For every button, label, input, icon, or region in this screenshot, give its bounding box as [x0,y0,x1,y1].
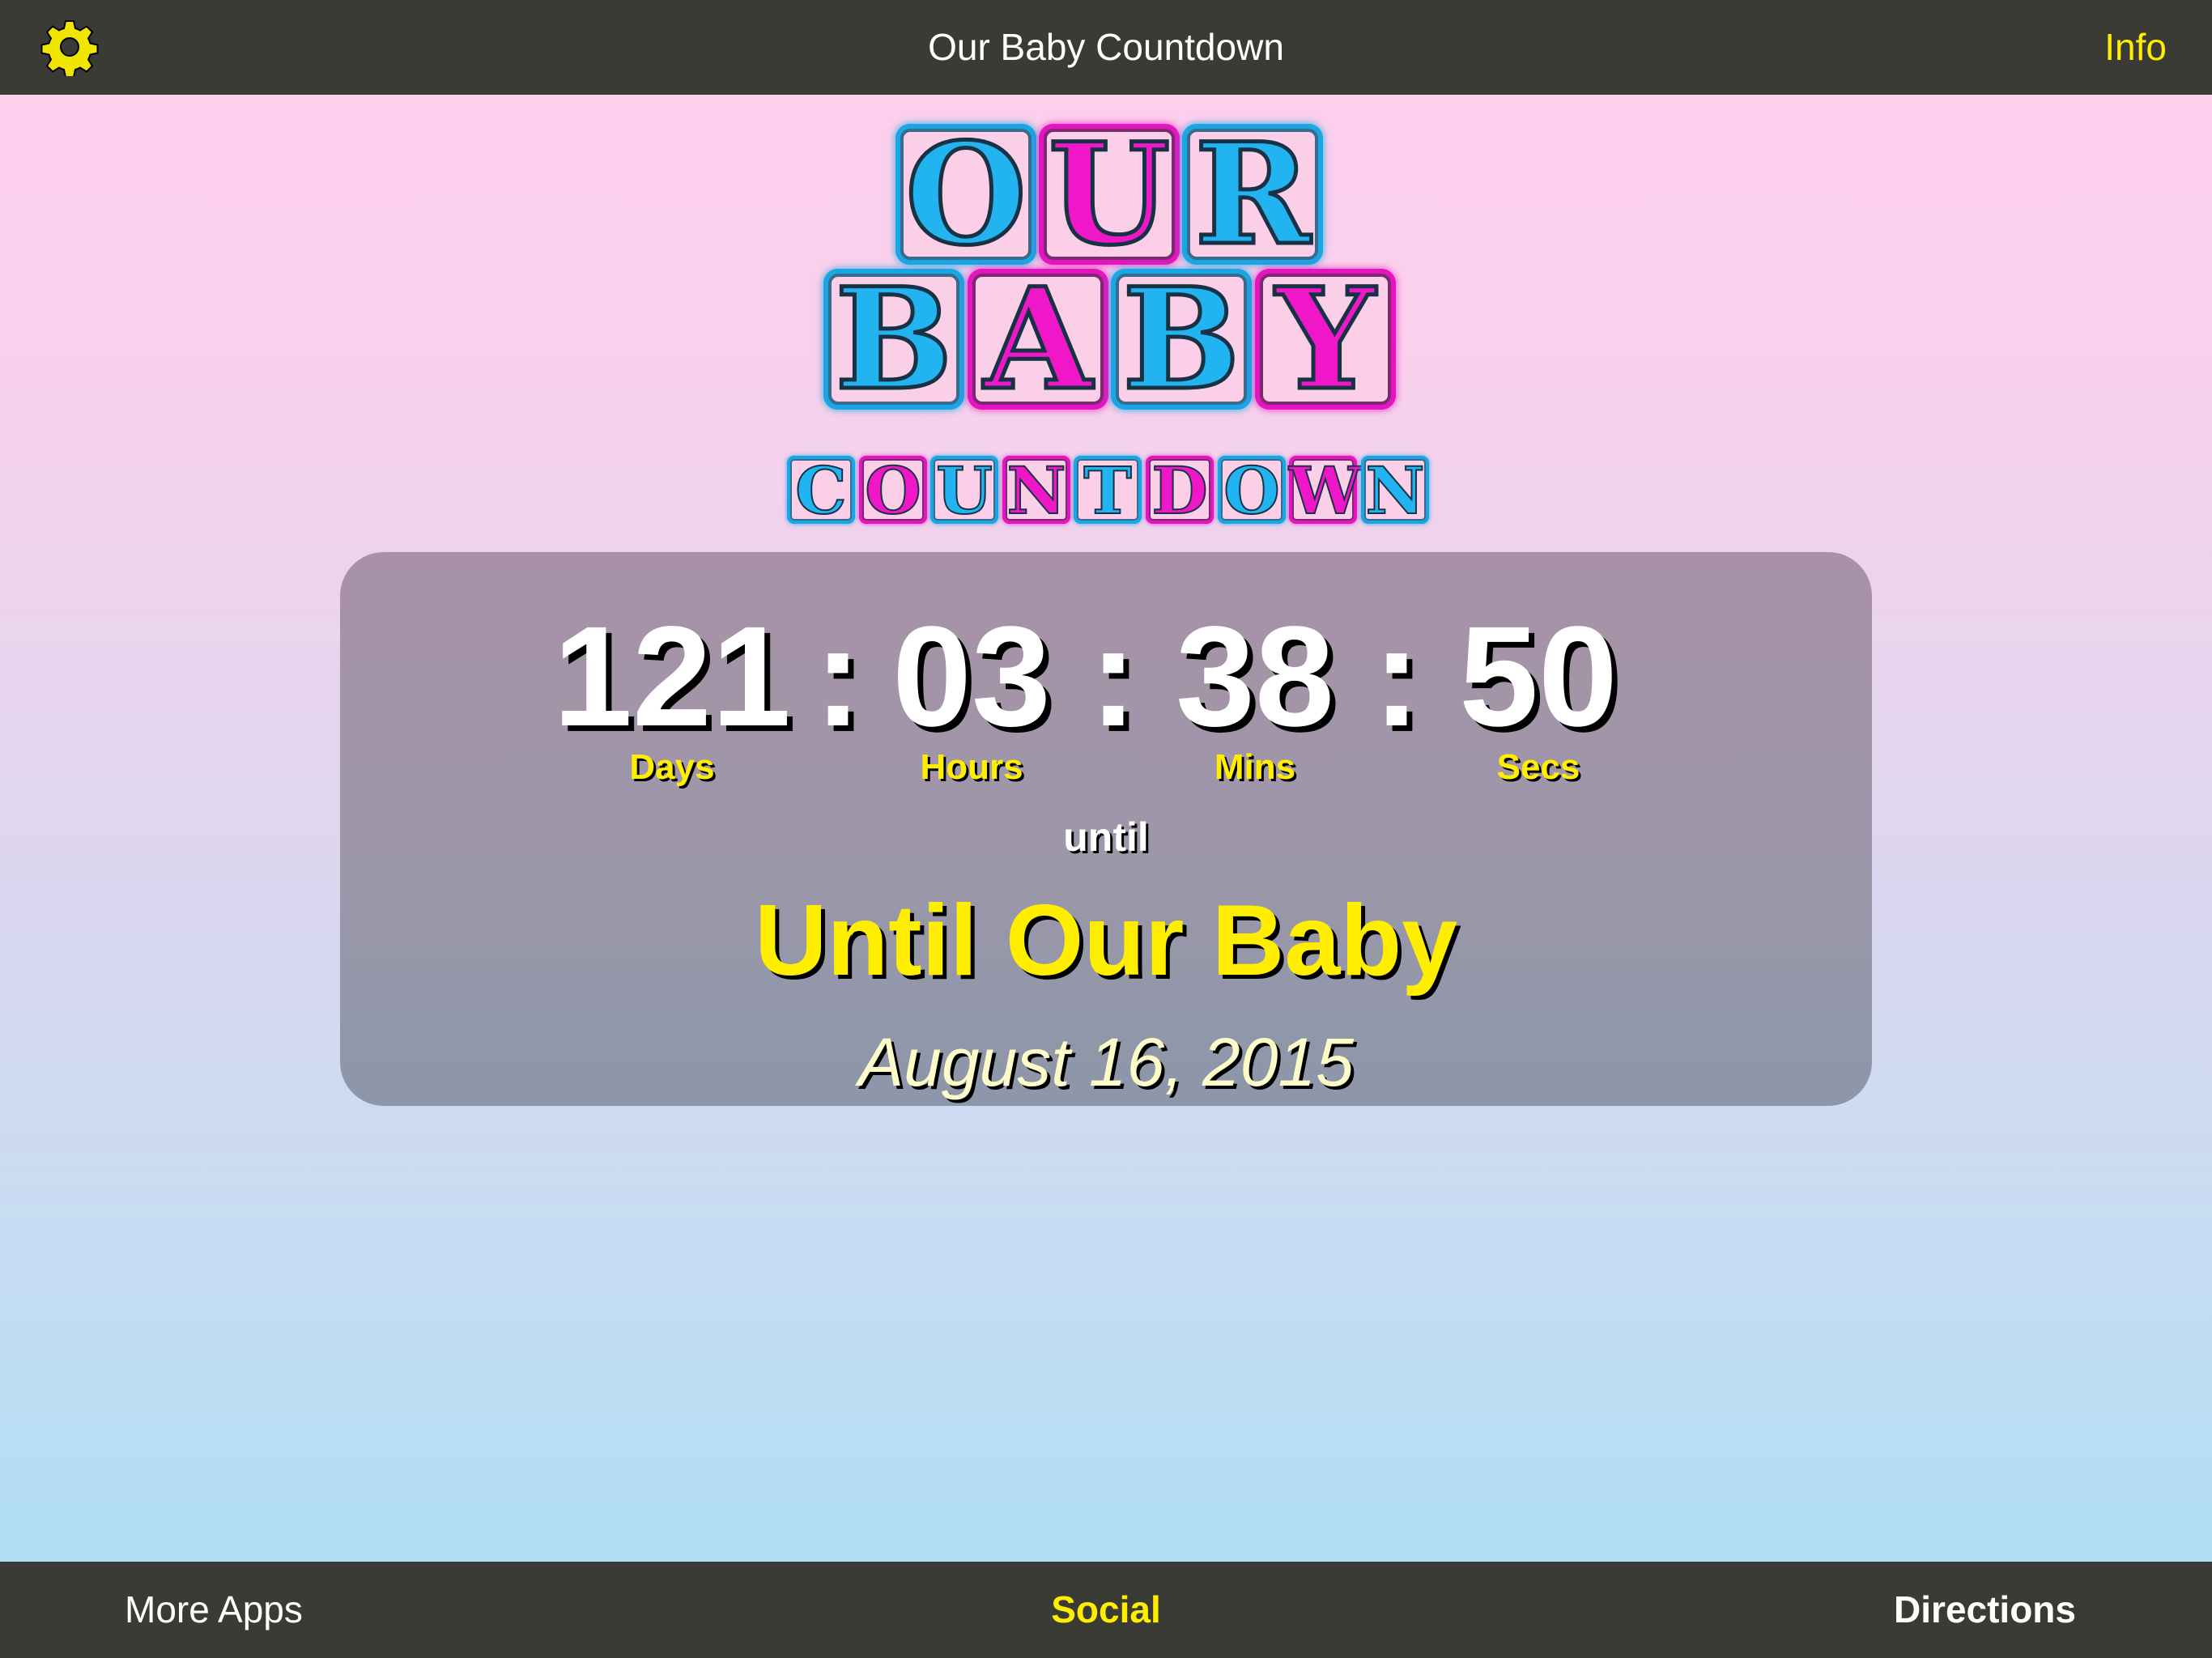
logo-block: C [787,455,855,526]
logo-block: R [1182,121,1323,266]
logo-block: N [1002,455,1070,526]
logo-block: U [930,455,998,526]
social-button-container: Social [0,1562,2212,1658]
time-separator: : [1372,597,1421,756]
more-apps-button[interactable]: More Apps [125,1562,303,1658]
logo-block: B [823,266,964,411]
logo-block: O [859,455,927,526]
countdown-panel: 121 : 03 : 38 : 50 Days Hours Mins Secs … [340,552,1872,1106]
logo-block: U [1039,121,1180,266]
logo-block: O [895,121,1036,266]
until-label: until [1063,814,1149,860]
event-date: August 16, 2015 [858,1024,1354,1100]
secs-value: 50 [1459,597,1618,756]
mins-label: Mins [1214,747,1296,787]
days-label: Days [629,747,715,787]
time-separator: : [1089,597,1138,756]
app-logo: O U R B A B Y C O U N T D O W N [0,0,2212,551]
logo-block: W [1288,453,1363,529]
social-button[interactable]: Social [1051,1588,1161,1630]
bottom-toolbar: More Apps Social Directions [0,1562,2212,1658]
logo-block: B [1111,266,1252,411]
logo-block: D [1146,455,1214,526]
mins-value: 38 [1176,597,1334,756]
hours-label: Hours [920,747,1023,787]
secs-label: Secs [1496,747,1580,787]
event-name: Until Our Baby [754,885,1458,997]
directions-button[interactable]: Directions [1894,1562,2076,1658]
logo-block: O [1218,455,1286,526]
hours-value: 03 [892,597,1051,756]
time-separator: : [814,597,862,756]
logo-block: N [1361,455,1429,526]
days-value: 121 [553,597,791,756]
logo-block: Y [1255,266,1396,411]
logo-block: T [1074,455,1142,526]
logo-block: A [968,266,1108,411]
